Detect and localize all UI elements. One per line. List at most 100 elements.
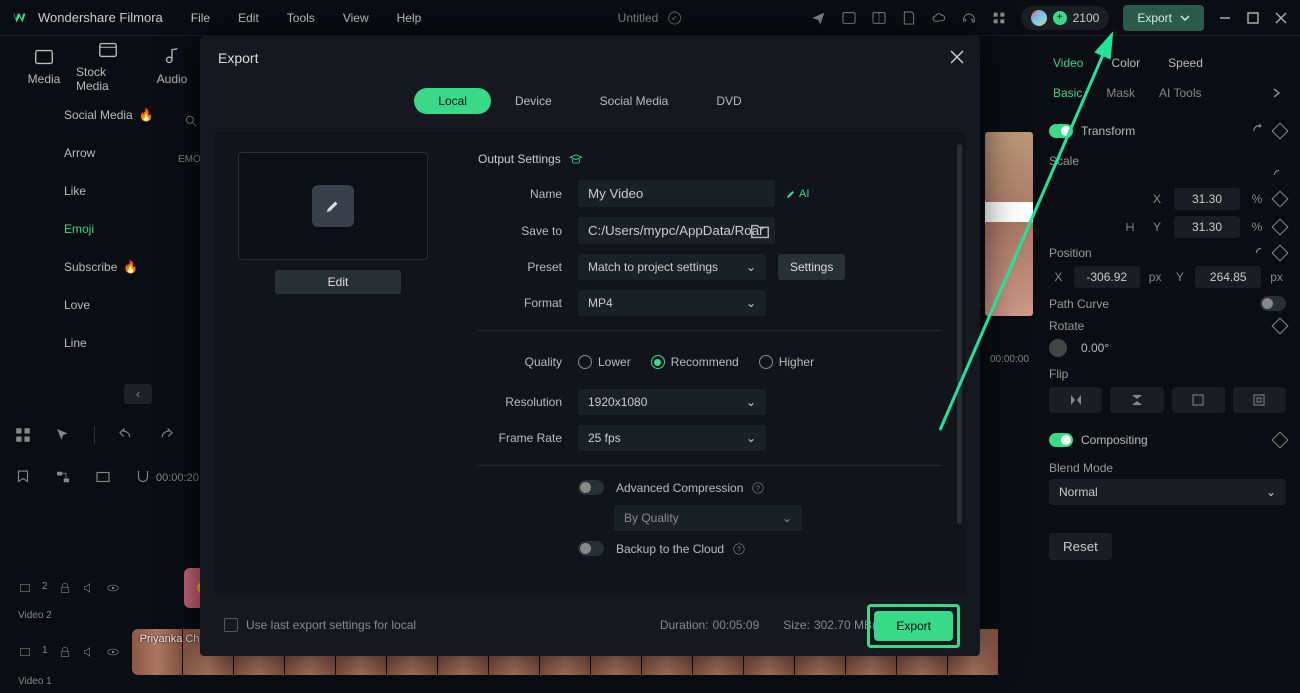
apps-icon[interactable] (991, 10, 1007, 26)
search-icon[interactable] (184, 114, 198, 128)
redo-icon[interactable] (157, 426, 175, 444)
rp-subtab-mask[interactable]: Mask (1106, 86, 1135, 100)
resolution-select[interactable]: 1920x1080⌄ (578, 389, 766, 415)
keyframe-icon[interactable] (1272, 191, 1289, 208)
magnet-icon[interactable] (134, 468, 152, 486)
mute-icon[interactable] (82, 581, 96, 595)
tab-local[interactable]: Local (414, 88, 491, 114)
link-icon[interactable] (1124, 221, 1136, 233)
sidebar-item-like[interactable]: Like (24, 172, 172, 210)
scale-y-input[interactable] (1174, 216, 1240, 238)
tab-social[interactable]: Social Media (576, 88, 693, 114)
lock-icon[interactable] (58, 581, 72, 595)
visibility-icon[interactable] (106, 581, 120, 595)
menu-file[interactable]: File (191, 11, 210, 25)
format-select[interactable]: MP4⌄ (578, 290, 766, 316)
scale-x-input[interactable] (1174, 188, 1240, 210)
adv-compression-toggle[interactable] (578, 480, 604, 495)
export-top-button[interactable]: Export (1123, 5, 1204, 31)
headphones-icon[interactable] (961, 10, 977, 26)
menu-edit[interactable]: Edit (238, 11, 259, 25)
refresh-icon[interactable] (1252, 124, 1266, 138)
track-type-icon[interactable] (18, 581, 32, 595)
pathcurve-toggle[interactable] (1260, 296, 1286, 311)
visibility-icon[interactable] (106, 645, 120, 659)
undo-icon[interactable] (117, 426, 135, 444)
sidebar-item-line[interactable]: Line (24, 324, 172, 362)
close-window-icon[interactable] (1274, 11, 1288, 25)
keyframe-icon[interactable] (1272, 219, 1289, 236)
refresh-icon[interactable] (1254, 246, 1268, 260)
snap-icon[interactable] (94, 468, 112, 486)
keyframe-icon[interactable] (1272, 245, 1289, 262)
send-icon[interactable] (811, 10, 827, 26)
menu-help[interactable]: Help (397, 11, 422, 25)
sidebar-item-emoji[interactable]: Emoji (24, 210, 172, 248)
rp-subtab-ai[interactable]: AI Tools (1159, 86, 1201, 100)
layout1-icon[interactable] (841, 10, 857, 26)
sidebar-item-subscribe[interactable]: Subscribe🔥 (24, 248, 172, 286)
menu-view[interactable]: View (343, 11, 369, 25)
cursor-icon[interactable] (54, 426, 72, 444)
sidebar-item-arrow[interactable]: Arrow (24, 134, 172, 172)
use-last-checkbox[interactable] (224, 618, 238, 632)
settings-button[interactable]: Settings (778, 254, 845, 280)
close-icon[interactable] (948, 48, 966, 66)
lock-icon[interactable] (58, 645, 72, 659)
help-icon[interactable]: ? (732, 542, 746, 556)
flip-h-button[interactable] (1049, 387, 1102, 413)
quality-higher-radio[interactable]: Higher (759, 355, 814, 369)
rp-tab-color[interactable]: Color (1111, 56, 1140, 70)
grid-icon[interactable] (14, 426, 32, 444)
folder-icon[interactable] (749, 220, 771, 242)
quality-lower-radio[interactable]: Lower (578, 355, 631, 369)
keyframe-icon[interactable] (1272, 432, 1289, 449)
tab-device[interactable]: Device (491, 88, 576, 114)
rp-subtab-basic[interactable]: Basic (1053, 86, 1082, 100)
chevron-right-icon[interactable] (1272, 88, 1282, 98)
preset-select[interactable]: Match to project settings⌄ (578, 254, 766, 280)
tab-audio[interactable]: Audio (140, 46, 204, 86)
rotate-dial[interactable] (1049, 339, 1067, 357)
tab-dvd[interactable]: DVD (692, 88, 765, 114)
refresh-icon[interactable] (1272, 168, 1286, 182)
maximize-icon[interactable] (1246, 11, 1260, 25)
ai-button[interactable]: AI (785, 188, 809, 200)
quality-recommend-radio[interactable]: Recommend (651, 355, 739, 369)
scroll-left-button[interactable]: ‹ (124, 384, 152, 404)
cloud-icon[interactable] (931, 10, 947, 26)
marker-icon[interactable] (14, 468, 32, 486)
layout2-icon[interactable] (871, 10, 887, 26)
tab-stock-media[interactable]: Stock Media (76, 39, 140, 93)
link-tracks-icon[interactable] (54, 468, 72, 486)
framerate-select[interactable]: 25 fps⌄ (578, 425, 766, 451)
sidebar-item-love[interactable]: Love (24, 286, 172, 324)
grad-cap-icon[interactable] (569, 152, 583, 166)
scrollbar[interactable] (957, 144, 962, 524)
mute-icon[interactable] (82, 645, 96, 659)
flip-opt4-button[interactable] (1233, 387, 1286, 413)
menu-tools[interactable]: Tools (287, 11, 315, 25)
compositing-toggle[interactable] (1049, 433, 1073, 447)
backup-cloud-toggle[interactable] (578, 541, 604, 556)
keyframe-icon[interactable] (1272, 318, 1289, 335)
export-button[interactable]: Export (874, 611, 953, 641)
save-icon[interactable] (901, 10, 917, 26)
tab-media[interactable]: Media (12, 46, 76, 86)
minimize-icon[interactable] (1218, 11, 1232, 25)
cloud-sync-icon[interactable] (666, 10, 682, 26)
rp-tab-speed[interactable]: Speed (1168, 56, 1203, 70)
help-icon[interactable]: ? (751, 481, 765, 495)
pos-x-input[interactable] (1074, 266, 1140, 288)
blend-mode-select[interactable]: Normal⌄ (1049, 479, 1286, 505)
transform-toggle[interactable] (1049, 124, 1073, 138)
sidebar-item-social[interactable]: Social Media🔥 (24, 96, 172, 134)
track-type-icon[interactable] (18, 645, 32, 659)
keyframe-icon[interactable] (1272, 123, 1289, 140)
rp-tab-video[interactable]: Video (1053, 56, 1083, 70)
flip-v-button[interactable] (1110, 387, 1163, 413)
saveto-input[interactable] (578, 217, 775, 244)
flip-opt3-button[interactable] (1172, 387, 1225, 413)
pos-y-input[interactable] (1195, 266, 1261, 288)
name-input[interactable] (578, 180, 775, 207)
